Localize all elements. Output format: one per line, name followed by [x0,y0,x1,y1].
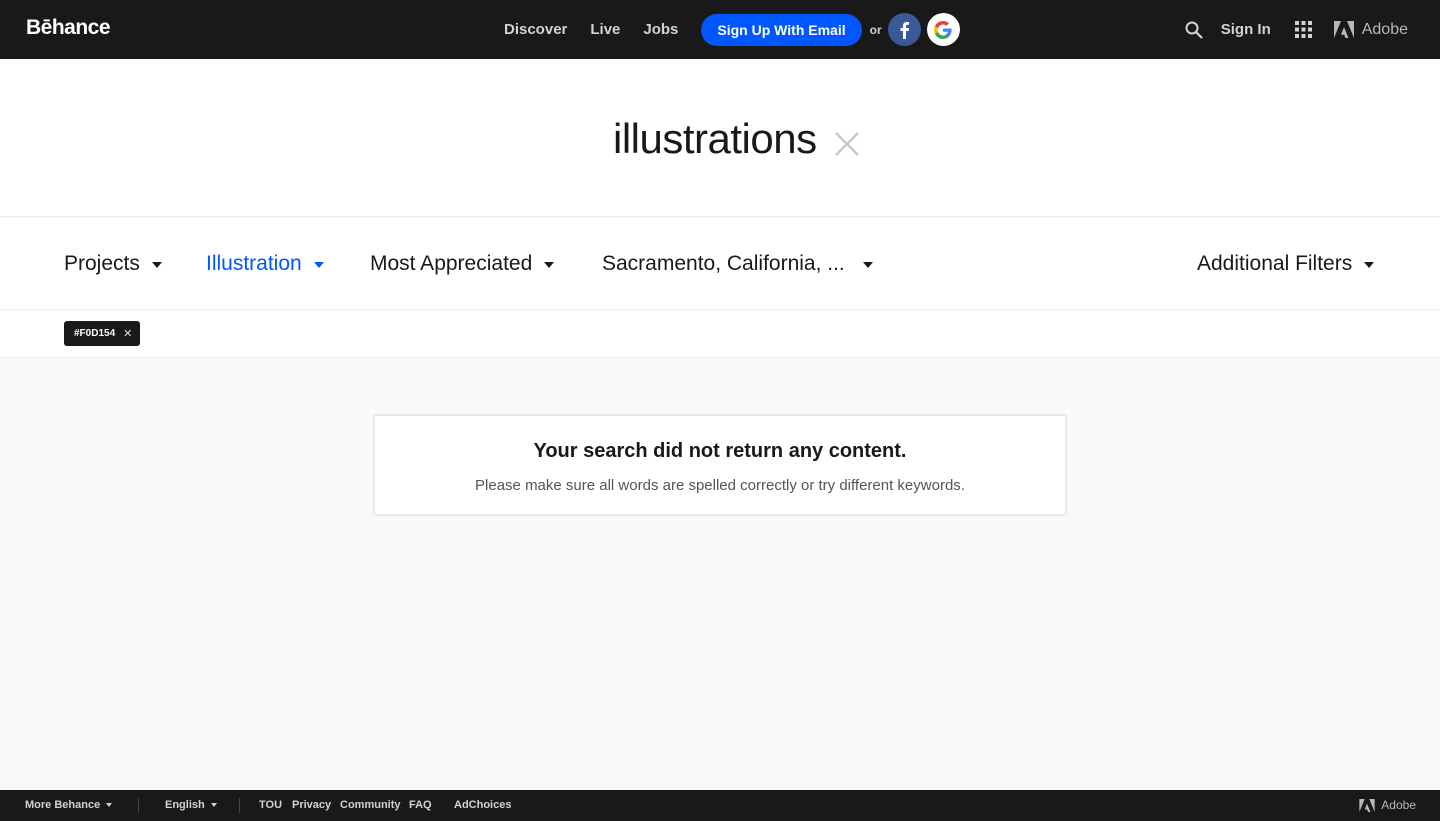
more-behance-menu[interactable]: More Behance [25,799,113,811]
clear-search-icon[interactable] [834,131,860,157]
adobe-logo-icon [1359,798,1375,812]
footer-divider [138,798,139,813]
filter-sort[interactable]: Most Appreciated [370,252,555,276]
search-icon[interactable] [1185,21,1203,39]
facebook-icon [900,21,910,39]
caret-down-icon [544,262,555,268]
behance-logo[interactable]: Bēhance [26,16,111,40]
filter-label: Sacramento, California, ... [602,252,845,275]
filter-location[interactable]: Sacramento, California, ... [602,252,873,276]
adobe-link[interactable]: Adobe [1333,20,1408,39]
footer-link-community[interactable]: Community [340,799,401,811]
adobe-label: Adobe [1361,20,1408,38]
footer-link-adchoices[interactable]: AdChoices [454,799,511,811]
footer-adobe-link[interactable]: Adobe [1359,798,1416,812]
footer-link-tou[interactable]: TOU [259,799,282,811]
google-icon [934,20,952,39]
caret-down-icon [1364,262,1375,268]
caret-down-icon [210,803,217,807]
or-label: or [869,22,882,37]
caret-down-icon [313,262,324,268]
filter-field[interactable]: Illustration [206,252,324,276]
language-label: English [165,799,205,811]
empty-subtitle: Please make sure all words are spelled c… [475,477,965,494]
filter-label: Projects [64,252,140,275]
nav-right: Sign In Adobe [1185,0,1408,59]
language-menu[interactable]: English [165,799,217,811]
footer: More Behance English TOU Privacy Communi… [0,790,1440,821]
signin-link[interactable]: Sign In [1221,21,1271,38]
tag-label: #F0D154 [74,328,116,339]
footer-link-privacy[interactable]: Privacy [292,799,331,811]
filter-label: Additional Filters [1197,252,1353,275]
facebook-login-button[interactable] [887,13,921,46]
caret-down-icon [151,262,162,268]
filter-label: Most Appreciated [370,252,533,275]
empty-results-box: Your search did not return any content. … [373,414,1067,516]
footer-adobe-label: Adobe [1381,798,1416,812]
apps-grid-icon[interactable] [1294,21,1312,38]
filter-bar: Projects Illustration Most Appreciated S… [0,218,1440,310]
nav-discover[interactable]: Discover [504,21,567,38]
nav-center: Discover Live Jobs Sign Up With Email or [504,0,966,59]
filter-additional[interactable]: Additional Filters [1197,252,1375,276]
filter-content-type[interactable]: Projects [64,252,162,276]
color-filter-tag[interactable]: #F0D154 ✕ [64,321,141,346]
nav-live[interactable]: Live [590,21,620,38]
top-nav: Bēhance Discover Live Jobs Sign Up With … [0,0,1440,59]
search-hero: illustrations [0,59,1440,217]
active-tags-row: #F0D154 ✕ [0,311,1440,358]
footer-divider [239,798,240,813]
filter-label: Illustration [206,252,302,275]
adobe-logo-icon [1333,21,1354,38]
caret-down-icon [106,803,113,807]
signup-email-button[interactable]: Sign Up With Email [701,13,862,46]
google-login-button[interactable] [926,13,960,46]
search-query[interactable]: illustrations [613,115,817,163]
nav-jobs[interactable]: Jobs [643,21,678,38]
empty-title: Your search did not return any content. [533,440,907,462]
footer-link-faq[interactable]: FAQ [409,799,432,811]
more-behance-label: More Behance [25,799,101,811]
remove-tag-icon[interactable]: ✕ [123,327,132,340]
caret-down-icon [862,262,873,268]
